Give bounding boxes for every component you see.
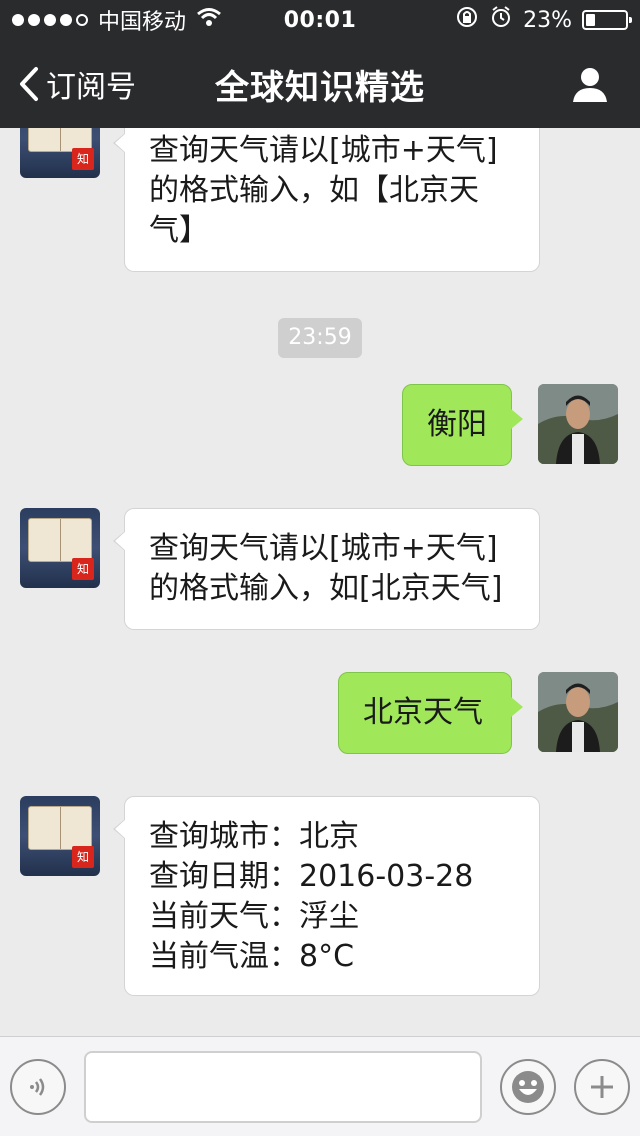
- signal-dot: [28, 14, 40, 26]
- message-line: 当前气温：8°C: [149, 939, 355, 974]
- nav-bar: 订阅号 全球知识精选: [0, 40, 640, 128]
- bot-badge: 知: [72, 148, 94, 170]
- back-button[interactable]: 订阅号: [18, 40, 136, 128]
- chat-area[interactable]: 知 查询天气请以[城市+天气] 的格式输入，如【北京天 气】 23:59 衡阳 …: [0, 128, 640, 1036]
- signal-dot: [44, 14, 56, 26]
- user-icon: [573, 68, 607, 102]
- user-avatar[interactable]: [538, 672, 618, 752]
- input-bar: [0, 1036, 640, 1136]
- message-line: 的格式输入，如[北京天气]: [149, 571, 503, 606]
- alarm-icon: [489, 5, 513, 35]
- status-time: 00:01: [283, 7, 357, 33]
- book-icon: [28, 518, 92, 562]
- carrier-label: 中国移动: [98, 10, 187, 35]
- bot-avatar[interactable]: 知: [20, 128, 100, 178]
- message-line: 衡阳: [427, 407, 487, 442]
- signal-dots: [12, 14, 88, 26]
- voice-button[interactable]: [10, 1059, 66, 1115]
- voice-icon: [30, 1078, 45, 1096]
- message-bubble-user[interactable]: 北京天气: [338, 672, 523, 754]
- emoji-button[interactable]: [500, 1059, 556, 1115]
- book-icon: [28, 806, 92, 850]
- message-input[interactable]: [84, 1051, 482, 1123]
- signal-dot: [12, 14, 24, 26]
- user-avatar[interactable]: [538, 384, 618, 464]
- message-line: 气】: [149, 213, 209, 248]
- rotation-lock-icon: [455, 5, 479, 35]
- message-bubble-bot[interactable]: 查询天气请以[城市+天气] 的格式输入，如【北京天 气】: [113, 128, 540, 272]
- message-line: 的格式输入，如【北京天: [149, 173, 479, 208]
- bot-avatar[interactable]: 知: [20, 508, 100, 588]
- wifi-icon: [196, 7, 222, 33]
- signal-dot: [60, 14, 72, 26]
- battery-percent: 23%: [523, 7, 572, 33]
- add-button[interactable]: [574, 1059, 630, 1115]
- status-bar: 中国移动 00:01 23%: [0, 0, 640, 40]
- signal-dot: [76, 14, 88, 26]
- plus-icon: [591, 1076, 613, 1098]
- message-bubble-bot[interactable]: 查询天气请以[城市+天气] 的格式输入，如[北京天气]: [113, 508, 540, 630]
- timestamp: 23:59: [278, 318, 362, 358]
- profile-button[interactable]: [570, 64, 610, 108]
- message-line: 查询日期：2016-03-28: [149, 859, 474, 894]
- message-bubble-bot[interactable]: 查询城市：北京 查询日期：2016-03-28 当前天气：浮尘 当前气温：8°C: [113, 796, 540, 996]
- bot-badge: 知: [72, 846, 94, 868]
- bot-avatar[interactable]: 知: [20, 796, 100, 876]
- message-line: 北京天气: [363, 695, 483, 730]
- bot-badge: 知: [72, 558, 94, 580]
- message-bubble-user[interactable]: 衡阳: [402, 384, 523, 466]
- battery-icon: [582, 10, 632, 30]
- back-label: 订阅号: [46, 70, 136, 105]
- emoji-icon: [512, 1071, 544, 1103]
- message-line: 当前天气：浮尘: [149, 899, 359, 934]
- user-photo: [538, 672, 618, 752]
- message-line: 查询城市：北京: [149, 819, 359, 854]
- user-photo: [538, 384, 618, 464]
- chevron-left-icon: [20, 67, 38, 101]
- page-title: 全球知识精选: [215, 67, 425, 108]
- message-line: 查询天气请以[城市+天气]: [149, 133, 498, 168]
- message-line: 查询天气请以[城市+天气]: [149, 531, 498, 566]
